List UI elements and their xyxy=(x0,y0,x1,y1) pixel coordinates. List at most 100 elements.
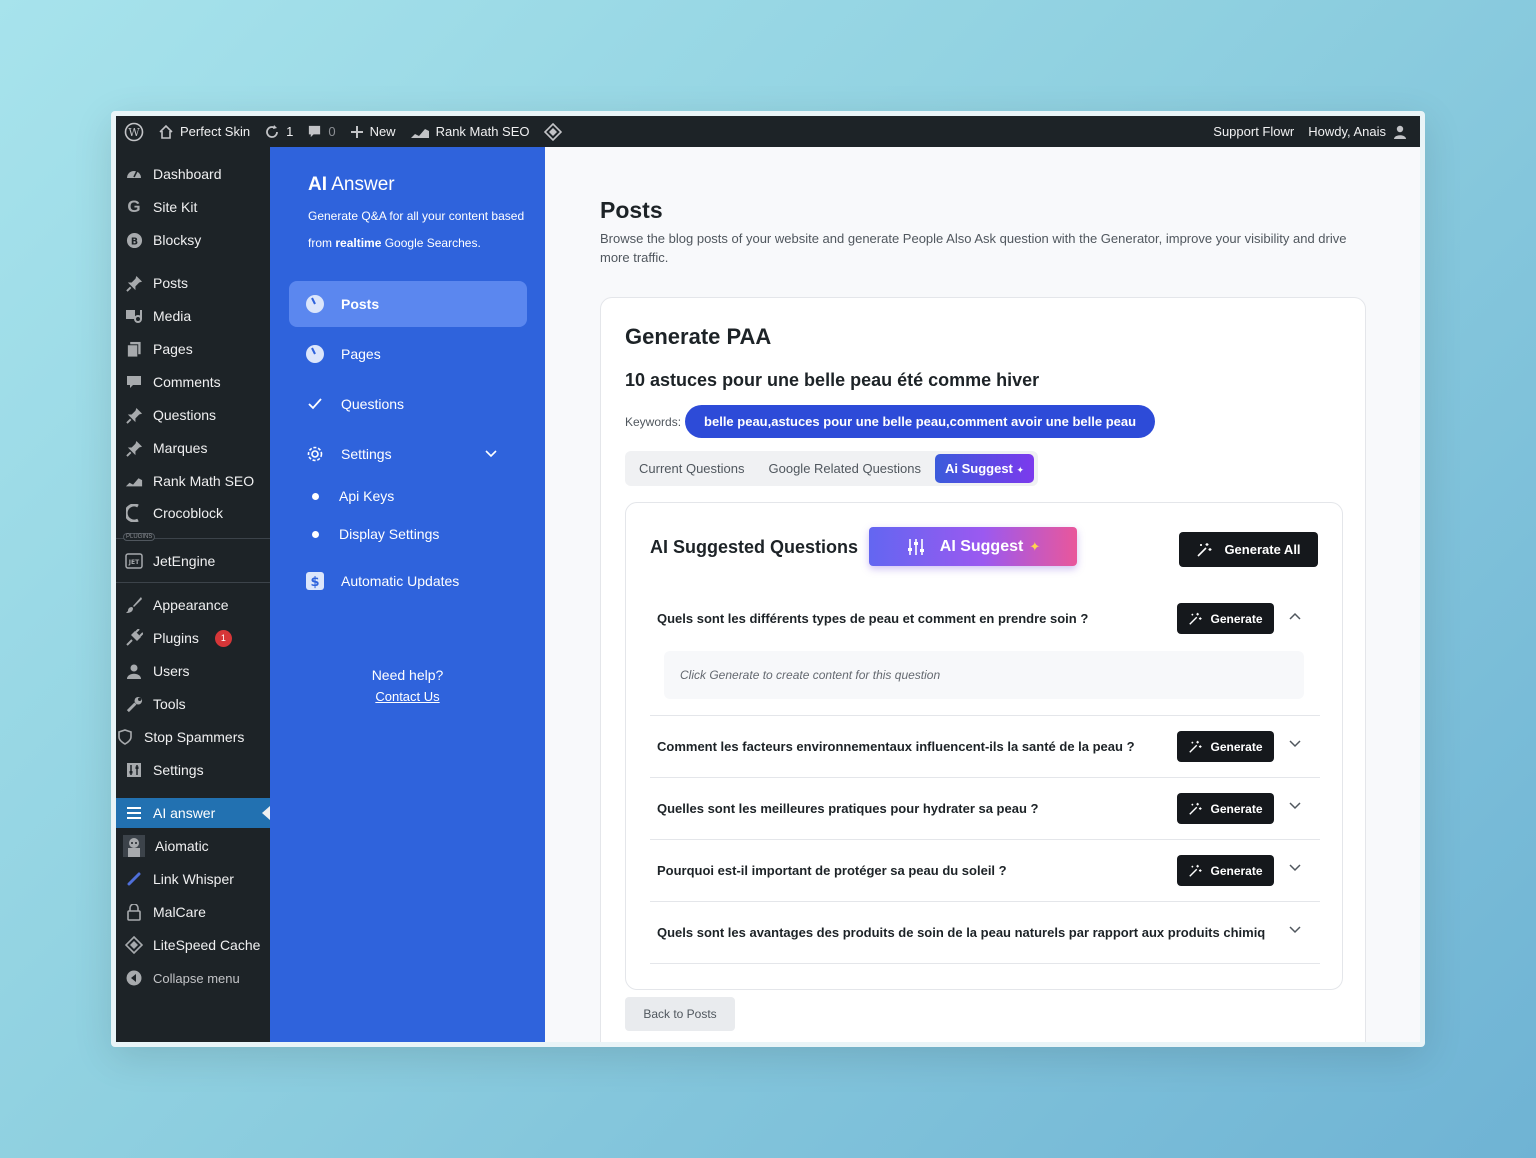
menu-questions[interactable]: Questions xyxy=(116,400,270,430)
gear-icon xyxy=(305,444,325,464)
menu-blocksy[interactable]: B Blocksy xyxy=(116,225,270,255)
check-icon xyxy=(305,394,325,414)
plugin-description: Generate Q&A for all your content based … xyxy=(308,209,525,250)
menu-media[interactable]: Media xyxy=(116,301,270,331)
generate-button[interactable]: Generate xyxy=(1177,731,1274,762)
panel-title: AI Suggested Questions xyxy=(650,537,859,557)
support-link[interactable]: Support Flowr xyxy=(1213,124,1294,139)
magic-wand-icon xyxy=(1189,612,1203,625)
nav-label: Display Settings xyxy=(339,526,440,542)
bullet-icon xyxy=(312,492,319,500)
updates-link[interactable]: 1 xyxy=(264,124,293,140)
generate-button[interactable]: Generate xyxy=(1177,793,1274,824)
question-tabs: Current Questions Google Related Questio… xyxy=(625,451,1039,486)
plug-icon xyxy=(125,629,143,647)
menu-posts[interactable]: Posts xyxy=(116,268,270,298)
howdy-label: Howdy, Anais xyxy=(1308,124,1386,139)
question-row: Pourquoi est-il important de protéger sa… xyxy=(650,840,1320,902)
account-menu[interactable]: Howdy, Anais xyxy=(1308,124,1408,140)
site-name-link[interactable]: Perfect Skin xyxy=(158,124,250,140)
chevron-down-icon[interactable] xyxy=(1289,864,1301,872)
plugin-nav-api-keys[interactable]: Api Keys xyxy=(312,488,394,504)
generated-content-placeholder: Click Generate to create content for thi… xyxy=(664,651,1304,699)
rank-math-link[interactable]: Rank Math SEO xyxy=(410,124,530,139)
plugin-nav-pages[interactable]: Pages xyxy=(289,331,527,377)
tab-google-related-questions[interactable]: Google Related Questions xyxy=(759,454,931,483)
generate-all-button[interactable]: Generate All xyxy=(1179,532,1318,567)
admin-bar: W Perfect Skin 1 0 New Rank Math SEO Sup… xyxy=(116,116,1420,147)
collapse-menu-button[interactable]: Collapse menu xyxy=(116,963,270,993)
diamond-link[interactable] xyxy=(543,122,562,141)
menu-label: Media xyxy=(153,308,192,324)
tab-ai-suggest[interactable]: Ai Suggest ✦ xyxy=(934,454,1035,483)
back-to-posts-button[interactable]: Back to Posts xyxy=(625,997,735,1031)
chevron-down-icon[interactable] xyxy=(1289,926,1301,934)
new-content-link[interactable]: New xyxy=(350,124,396,139)
menu-label: Comments xyxy=(153,374,221,390)
plugin-nav-questions[interactable]: Questions xyxy=(289,381,527,427)
comments-link[interactable]: 0 xyxy=(307,124,336,139)
plugin-nav-automatic-updates[interactable]: $ Automatic Updates xyxy=(289,558,527,604)
menu-link-whisper[interactable]: Link Whisper xyxy=(116,864,270,894)
plugin-nav-posts[interactable]: Posts xyxy=(289,281,527,327)
svg-text:W: W xyxy=(128,126,140,139)
paintbrush-icon xyxy=(125,596,143,614)
menu-ai-answer[interactable]: AI answer xyxy=(116,798,270,828)
menu-stop-spammers[interactable]: Stop Spammers xyxy=(116,722,270,752)
tab-current-questions[interactable]: Current Questions xyxy=(629,454,755,483)
litespeed-diamond-icon xyxy=(125,936,143,954)
menu-users[interactable]: Users xyxy=(116,656,270,686)
menu-label: JetEngine xyxy=(153,553,216,569)
site-name: Perfect Skin xyxy=(180,124,251,139)
nav-label: Api Keys xyxy=(339,488,395,504)
browser-frame: W Perfect Skin 1 0 New Rank Math SEO Sup… xyxy=(111,111,1425,1047)
menu-crocoblock[interactable]: Crocoblock xyxy=(116,498,270,528)
contact-us-link[interactable]: Contact Us xyxy=(375,689,439,704)
menu-site-kit[interactable]: G Site Kit xyxy=(116,192,270,222)
plugin-nav-settings[interactable]: Settings xyxy=(289,431,527,477)
menu-aiomatic[interactable]: Aiomatic xyxy=(116,831,270,861)
question-row: Quels sont les avantages des produits de… xyxy=(650,902,1320,964)
menu-malcare[interactable]: MalCare xyxy=(116,897,270,927)
gauge-icon xyxy=(305,294,325,314)
generate-button[interactable]: Generate xyxy=(1177,603,1274,634)
menu-label: AI answer xyxy=(153,805,216,821)
menu-label: Collapse menu xyxy=(153,970,240,986)
menu-litespeed[interactable]: LiteSpeed Cache xyxy=(116,930,270,960)
main-content: Posts Browse the blog posts of your webs… xyxy=(545,147,1420,1042)
svg-text:B: B xyxy=(130,236,137,247)
menu-pages[interactable]: Pages xyxy=(116,334,270,364)
menu-appearance[interactable]: Appearance xyxy=(116,590,270,620)
generate-label: Generate xyxy=(1210,611,1263,626)
keywords-row: Keywords: belle peau,astuces pour une be… xyxy=(625,405,1156,438)
menu-comments[interactable]: Comments xyxy=(116,367,270,397)
magic-wand-icon xyxy=(1189,864,1203,877)
keywords-label: Keywords: xyxy=(625,414,682,429)
updates-count: 1 xyxy=(286,124,294,139)
need-help-text: Need help? xyxy=(371,667,444,683)
wordpress-logo[interactable]: W xyxy=(124,122,144,142)
gauge-icon xyxy=(305,344,325,364)
menu-label: Crocoblock xyxy=(153,505,224,521)
chevron-down-icon[interactable] xyxy=(1289,802,1301,810)
menu-plugins[interactable]: Plugins 1 xyxy=(116,623,270,653)
generate-button[interactable]: Generate xyxy=(1177,855,1274,886)
menu-dashboard[interactable]: Dashboard xyxy=(116,159,270,189)
ai-suggest-button[interactable]: AI Suggest ✦ xyxy=(869,527,1077,566)
menu-marques[interactable]: Marques xyxy=(116,433,270,463)
rank-math-icon xyxy=(410,128,429,138)
chevron-down-icon[interactable] xyxy=(1289,740,1301,748)
menu-tools[interactable]: Tools xyxy=(116,689,270,719)
menu-rank-math[interactable]: Rank Math SEO xyxy=(116,466,270,496)
plugin-nav-display-settings[interactable]: Display Settings xyxy=(312,526,439,542)
menu-label: LiteSpeed Cache xyxy=(153,937,261,953)
lock-icon xyxy=(125,903,143,921)
menu-jetengine[interactable]: JET JetEngine xyxy=(116,546,270,576)
menu-label: Site Kit xyxy=(153,199,198,215)
keywords-pill: belle peau,astuces pour une belle peau,c… xyxy=(685,405,1156,438)
current-menu-caret xyxy=(262,806,270,820)
generate-all-label: Generate All xyxy=(1224,542,1301,557)
sliders-icon xyxy=(907,538,924,555)
chevron-up-icon[interactable] xyxy=(1289,612,1301,620)
menu-settings[interactable]: Settings xyxy=(116,755,270,785)
